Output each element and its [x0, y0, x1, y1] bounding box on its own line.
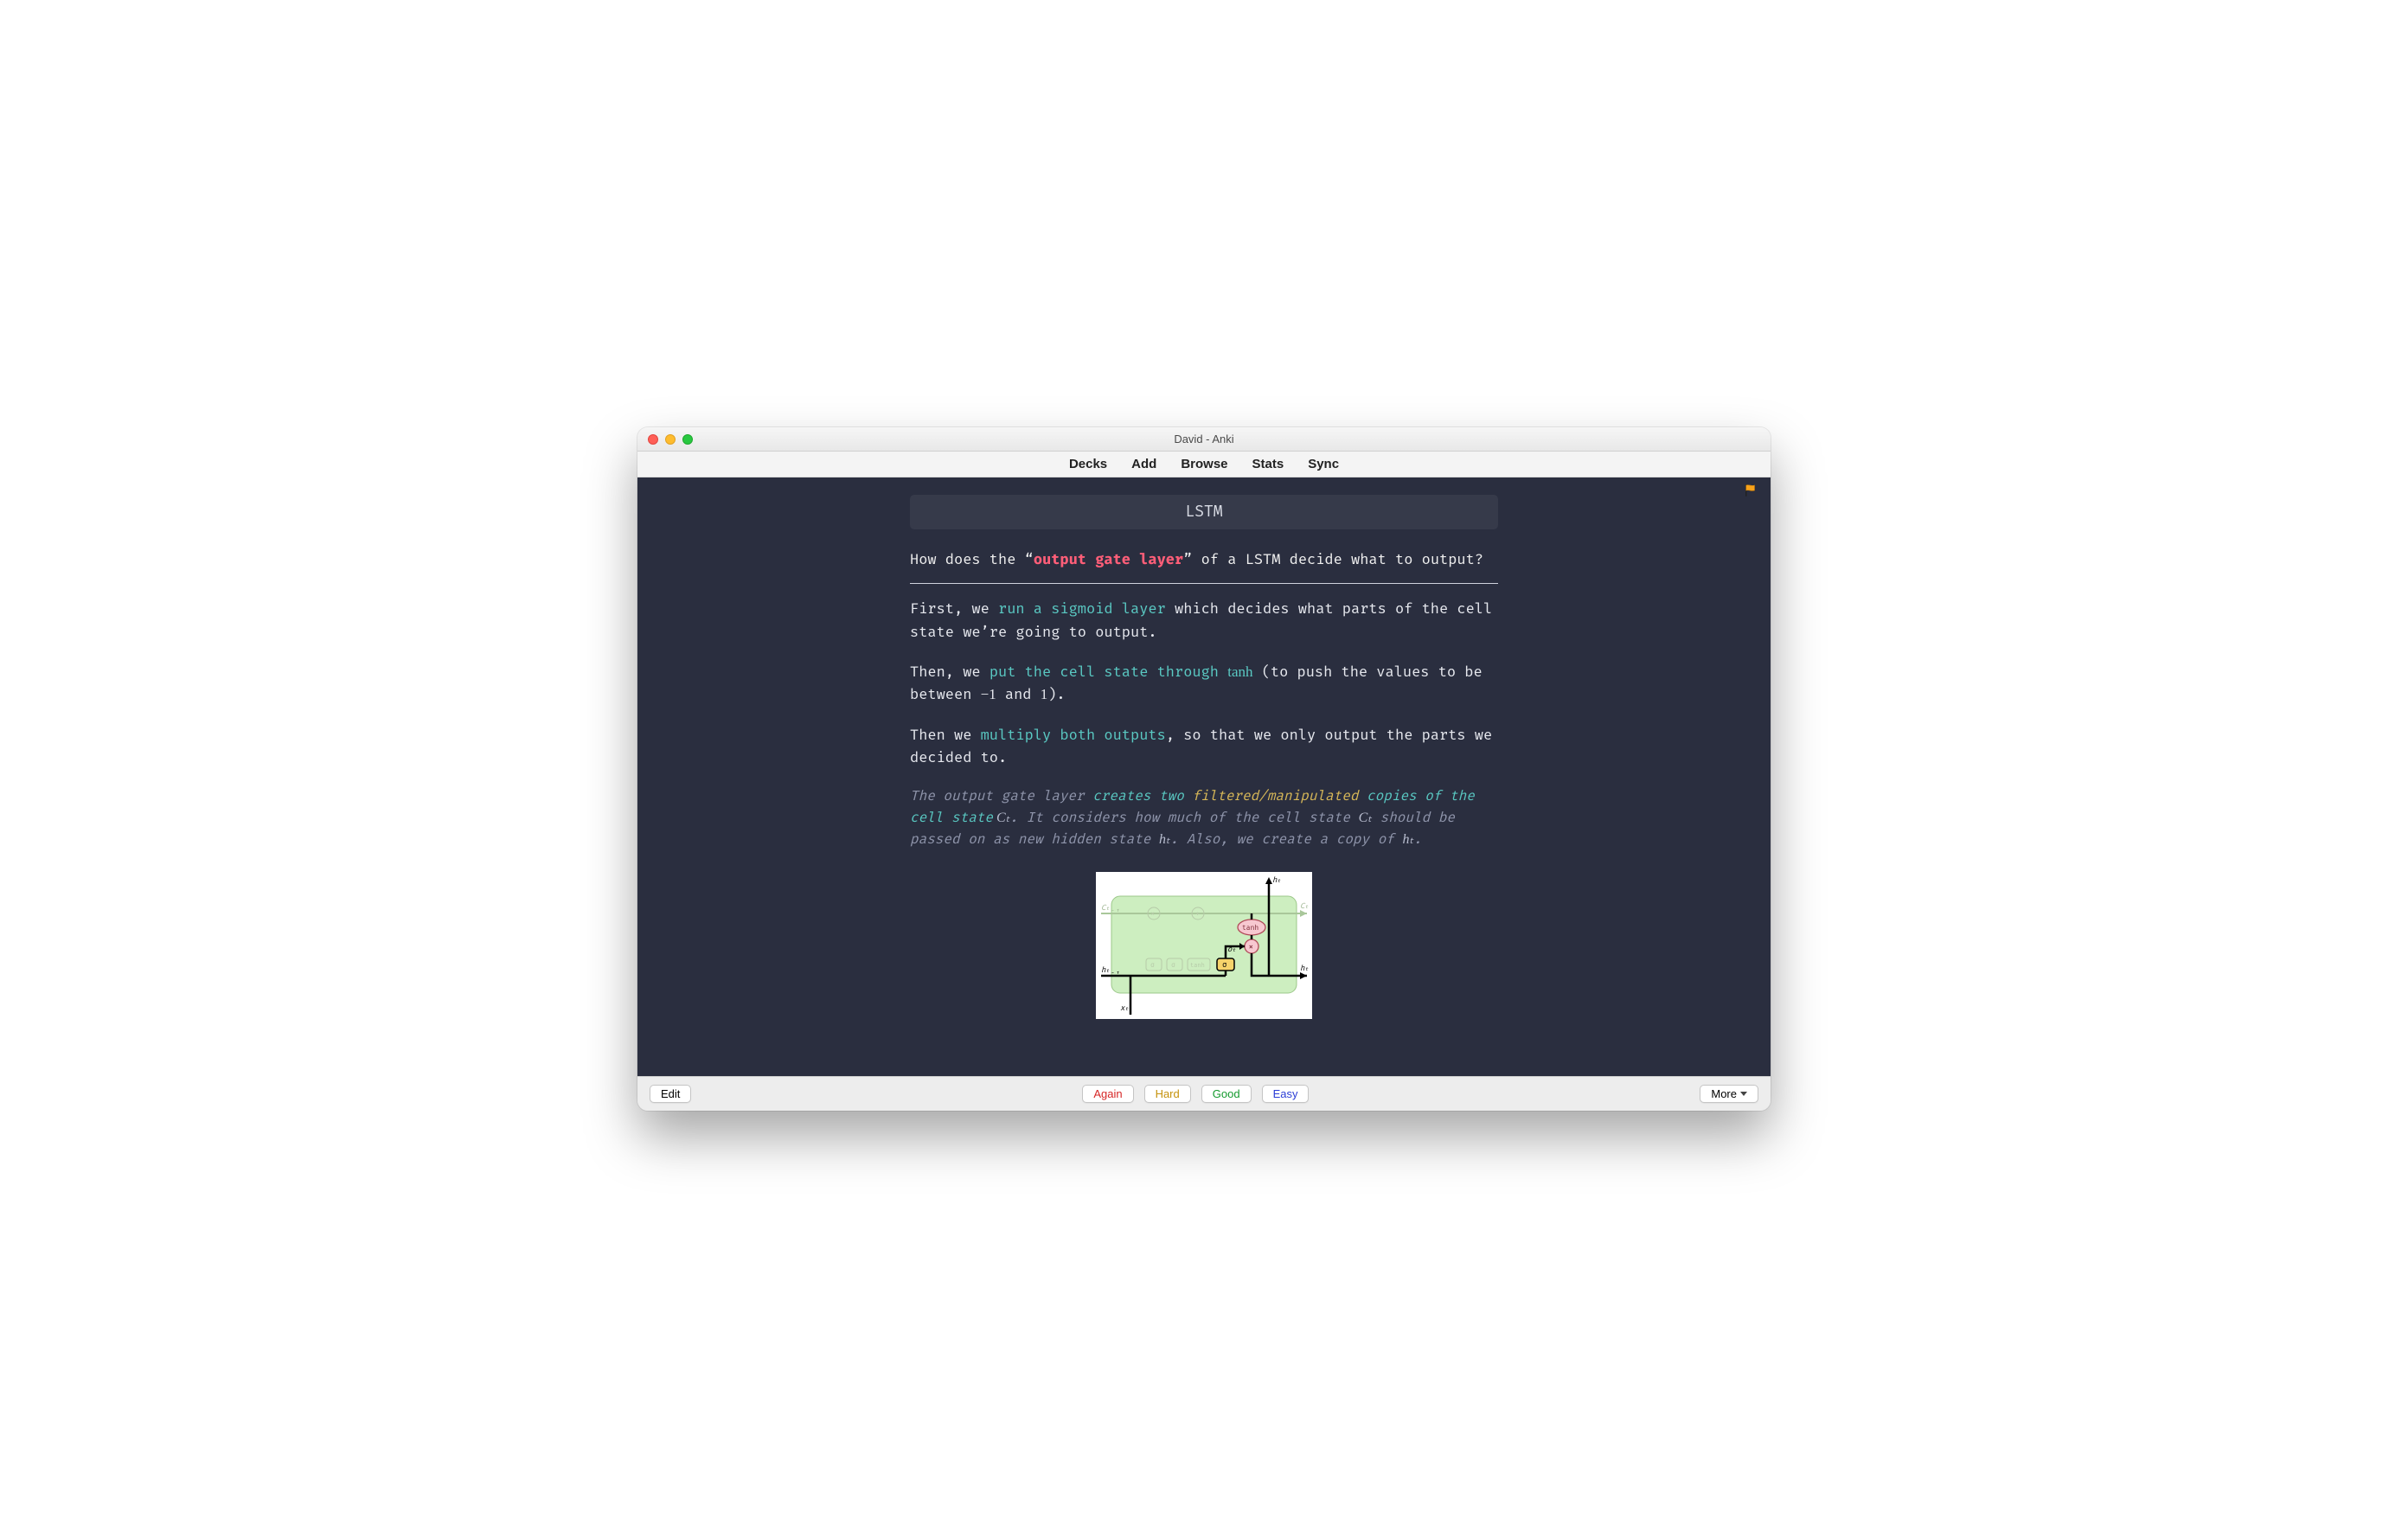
svg-text:σ: σ — [1150, 962, 1155, 970]
again-button[interactable]: Again — [1082, 1085, 1133, 1103]
svg-text:tanh: tanh — [1190, 961, 1205, 969]
svg-text:×: × — [1248, 941, 1254, 952]
svg-text:tanh: tanh — [1242, 925, 1258, 932]
answer-buttons: Again Hard Good Easy — [1082, 1085, 1309, 1103]
app-window: David - Anki Decks Add Browse Stats Sync… — [637, 427, 1771, 1111]
easy-button[interactable]: Easy — [1262, 1085, 1310, 1103]
minimize-icon[interactable] — [665, 434, 676, 445]
lstm-diagram: Cₜ₋₁ Cₜ σ σ tanh × + hₜ₋₁ xₜ — [1096, 872, 1312, 1019]
svg-text:Cₜ₋₁: Cₜ₋₁ — [1101, 904, 1120, 913]
svg-text:hₜ: hₜ — [1300, 964, 1310, 973]
card-content-area[interactable]: LSTM How does the “output gate layer” of… — [637, 477, 1771, 1076]
more-button[interactable]: More — [1700, 1085, 1758, 1103]
svg-text:hₜ₋₁: hₜ₋₁ — [1101, 966, 1120, 975]
card-question: How does the “output gate layer” of a LS… — [910, 548, 1498, 571]
svg-text:hₜ: hₜ — [1272, 876, 1282, 885]
deck-label: LSTM — [910, 495, 1498, 529]
titlebar: David - Anki — [637, 427, 1771, 452]
hard-button[interactable]: Hard — [1144, 1085, 1191, 1103]
qa-divider — [910, 583, 1498, 584]
good-button[interactable]: Good — [1201, 1085, 1252, 1103]
svg-text:×: × — [1150, 910, 1155, 919]
card-answer: First, we run a sigmoid layer which deci… — [910, 598, 1498, 769]
card-extra-note: The output gate layer creates two filter… — [910, 786, 1498, 850]
flag-icon[interactable] — [1743, 483, 1758, 498]
close-icon[interactable] — [648, 434, 658, 445]
answer-paragraph: Then we multiply both outputs, so that w… — [910, 724, 1498, 770]
chevron-down-icon — [1740, 1092, 1747, 1096]
question-highlight: output gate layer — [1034, 550, 1183, 568]
svg-text:σ: σ — [1222, 961, 1227, 970]
answer-paragraph: First, we run a sigmoid layer which deci… — [910, 598, 1498, 644]
menu-decks[interactable]: Decks — [1069, 457, 1107, 471]
menu-add[interactable]: Add — [1131, 457, 1156, 471]
zoom-icon[interactable] — [682, 434, 693, 445]
window-title: David - Anki — [637, 433, 1771, 445]
answer-paragraph: Then, we put the cell state through tanh… — [910, 661, 1498, 707]
traffic-lights — [637, 434, 693, 445]
menubar: Decks Add Browse Stats Sync — [637, 452, 1771, 477]
edit-button[interactable]: Edit — [650, 1085, 691, 1103]
svg-text:σ: σ — [1171, 962, 1175, 970]
flashcard: LSTM How does the “output gate layer” of… — [901, 477, 1507, 1054]
menu-sync[interactable]: Sync — [1308, 457, 1339, 471]
bottom-toolbar: Edit Again Hard Good Easy More — [637, 1076, 1771, 1111]
menu-stats[interactable]: Stats — [1252, 457, 1284, 471]
svg-text:Cₜ: Cₜ — [1300, 902, 1310, 911]
menu-browse[interactable]: Browse — [1181, 457, 1227, 471]
svg-text:xₜ: xₜ — [1120, 1004, 1130, 1013]
svg-text:+: + — [1195, 910, 1200, 919]
